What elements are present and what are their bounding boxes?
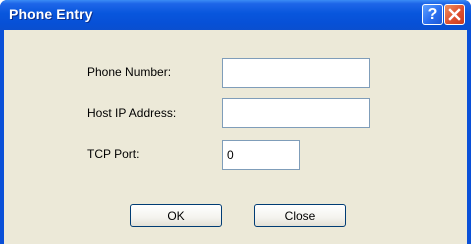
ok-button[interactable]: OK: [130, 204, 222, 227]
phone-number-label: Phone Number:: [87, 65, 172, 79]
close-button[interactable]: Close: [254, 204, 346, 227]
help-button[interactable]: ?: [422, 4, 443, 25]
tcp-port-label: TCP Port:: [87, 147, 140, 161]
window-title: Phone Entry: [9, 6, 93, 22]
host-ip-address-label: Host IP Address:: [87, 106, 177, 120]
tcp-port-input[interactable]: [222, 140, 300, 170]
close-window-button[interactable]: [444, 4, 465, 25]
phone-number-input[interactable]: [222, 58, 370, 88]
phone-entry-dialog: Phone Entry ? Phone Number: Host IP Addr…: [0, 0, 471, 244]
host-ip-address-input[interactable]: [222, 98, 370, 128]
title-bar[interactable]: Phone Entry ?: [0, 0, 471, 30]
dialog-body: Phone Number: Host IP Address: TCP Port:…: [4, 30, 467, 244]
close-icon: [448, 8, 461, 21]
help-icon: ?: [427, 5, 438, 23]
